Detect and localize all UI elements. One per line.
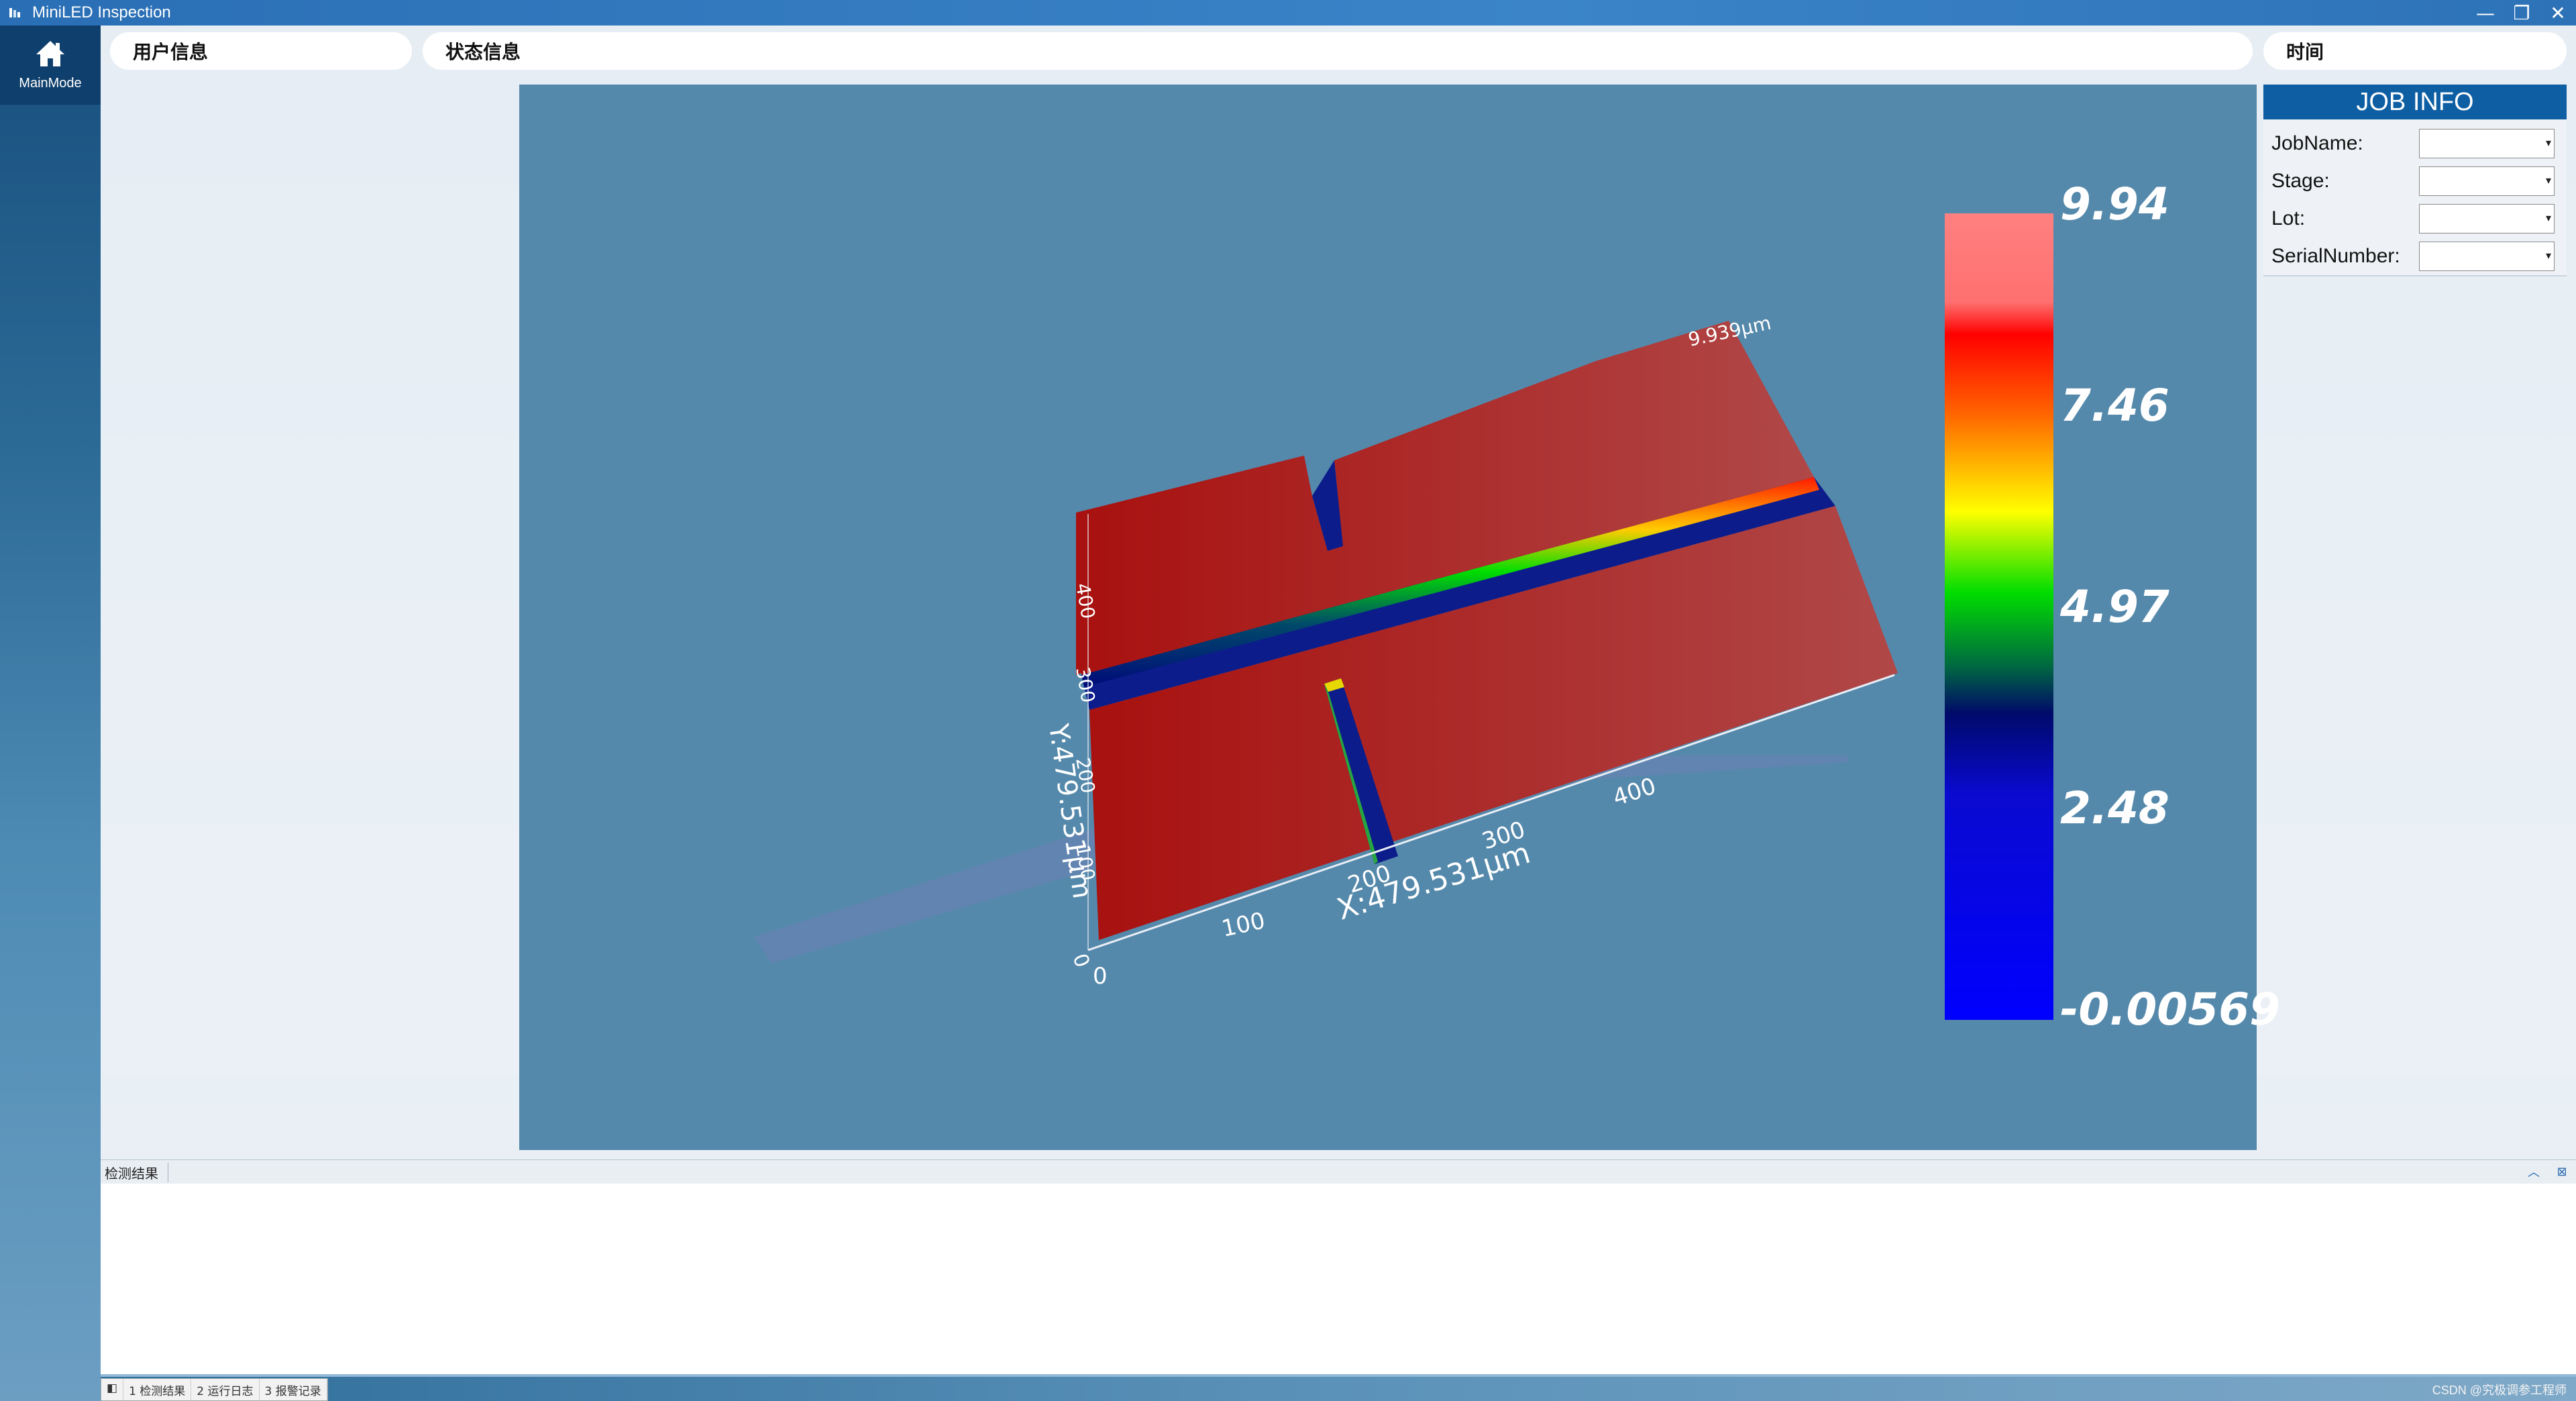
workspace: 用户信息 状态信息 时间 0 100 200 300 400 X:479.531…: [101, 25, 2576, 1159]
minimize-button[interactable]: —: [2467, 0, 2504, 25]
stage-label: Stage:: [2271, 170, 2330, 192]
results-panel-body[interactable]: [101, 1184, 2576, 1374]
tab-run-log[interactable]: 2 运行日志: [191, 1379, 260, 1400]
surface-plot-svg[interactable]: 0 100 200 300 400 X:479.531μm 0 100 200 …: [519, 85, 2257, 1150]
window-controls: — ❐ ✕: [2467, 0, 2576, 25]
x-tick-label: 400: [1609, 772, 1659, 811]
job-name-row: JobName: ▾: [2263, 125, 2567, 162]
colorbar-label-max: 9.94: [2060, 178, 2169, 230]
tab-inspection-results[interactable]: 1 检测结果: [123, 1379, 192, 1400]
colorbar-label: 2.48: [2060, 782, 2169, 834]
restore-button[interactable]: ❐: [2504, 0, 2540, 25]
panel-toggle-icon[interactable]: ◧: [101, 1379, 124, 1400]
time-label: 时间: [2286, 41, 2324, 63]
job-name-combo[interactable]: ▾: [2419, 129, 2555, 158]
x-tick-label: 0: [1093, 963, 1108, 990]
stage-combo[interactable]: ▾: [2419, 166, 2555, 196]
bottom-tab-bar: ◧ 1 检测结果 2 运行日志 3 报警记录 CSDN @究极调参工程师: [101, 1377, 2576, 1401]
serial-number-combo[interactable]: ▾: [2419, 242, 2555, 271]
watermark-text: CSDN @究极调参工程师: [2432, 1384, 2567, 1397]
x-tick-label: 100: [1220, 907, 1268, 943]
job-info-title: JOB INFO: [2263, 85, 2567, 119]
lot-label: Lot:: [2271, 207, 2306, 229]
lot-combo[interactable]: ▾: [2419, 204, 2555, 234]
surface-3d-viewer[interactable]: 0 100 200 300 400 X:479.531μm 0 100 200 …: [519, 85, 2280, 1150]
colorbar-label: 7.46: [2060, 380, 2169, 431]
chevron-down-icon: ▾: [2545, 211, 2551, 224]
chevron-down-icon: ▾: [2545, 136, 2551, 149]
colorbar-label-min: -0.00569: [2060, 984, 2281, 1035]
y-tick-label: 0: [1067, 951, 1093, 971]
user-info-panel[interactable]: 用户信息: [110, 32, 412, 70]
serial-number-row: SerialNumber: ▾: [2263, 238, 2567, 275]
close-button[interactable]: ✕: [2540, 0, 2576, 25]
user-info-label: 用户信息: [133, 41, 209, 63]
job-info-panel: JOB INFO JobName: ▾ Stage: ▾ Lot: ▾ Seri…: [2263, 85, 2567, 286]
window-title: MiniLED Inspection: [32, 3, 171, 21]
results-panel-header: 检测结果 ︿ ⊠: [101, 1159, 2576, 1185]
title-bar: MiniLED Inspection — ❐ ✕: [0, 0, 2576, 25]
stage-row: Stage: ▾: [2263, 162, 2567, 200]
main-mode-label: MainMode: [19, 75, 82, 91]
colorbar: [1945, 213, 2053, 1020]
status-info-label: 状态信息: [445, 41, 521, 63]
results-tabs: ◧ 1 检测结果 2 运行日志 3 报警记录: [101, 1378, 328, 1401]
status-info-panel: 状态信息: [423, 32, 2253, 70]
job-info-body: JobName: ▾ Stage: ▾ Lot: ▾ SerialNumber:…: [2263, 119, 2567, 276]
app-icon: [7, 5, 23, 21]
colorbar-label: 4.97: [2060, 581, 2169, 633]
chevron-down-icon: ▾: [2545, 174, 2551, 187]
home-icon: [35, 40, 66, 70]
results-panel-controls: ︿ ⊠: [2526, 1164, 2569, 1180]
sidebar: MainMode: [0, 25, 101, 1401]
lot-row: Lot: ▾: [2263, 200, 2567, 238]
close-panel-icon[interactable]: ⊠: [2555, 1164, 2569, 1179]
results-panel-title: 检测结果: [101, 1162, 168, 1182]
collapse-icon[interactable]: ︿: [2526, 1164, 2541, 1180]
main-mode-button[interactable]: MainMode: [0, 25, 101, 105]
tab-alarm-records[interactable]: 3 报警记录: [260, 1379, 327, 1400]
time-panel: 时间: [2263, 32, 2567, 70]
serial-number-label: SerialNumber:: [2271, 245, 2400, 267]
chevron-down-icon: ▾: [2545, 249, 2551, 262]
job-name-label: JobName:: [2271, 132, 2363, 154]
